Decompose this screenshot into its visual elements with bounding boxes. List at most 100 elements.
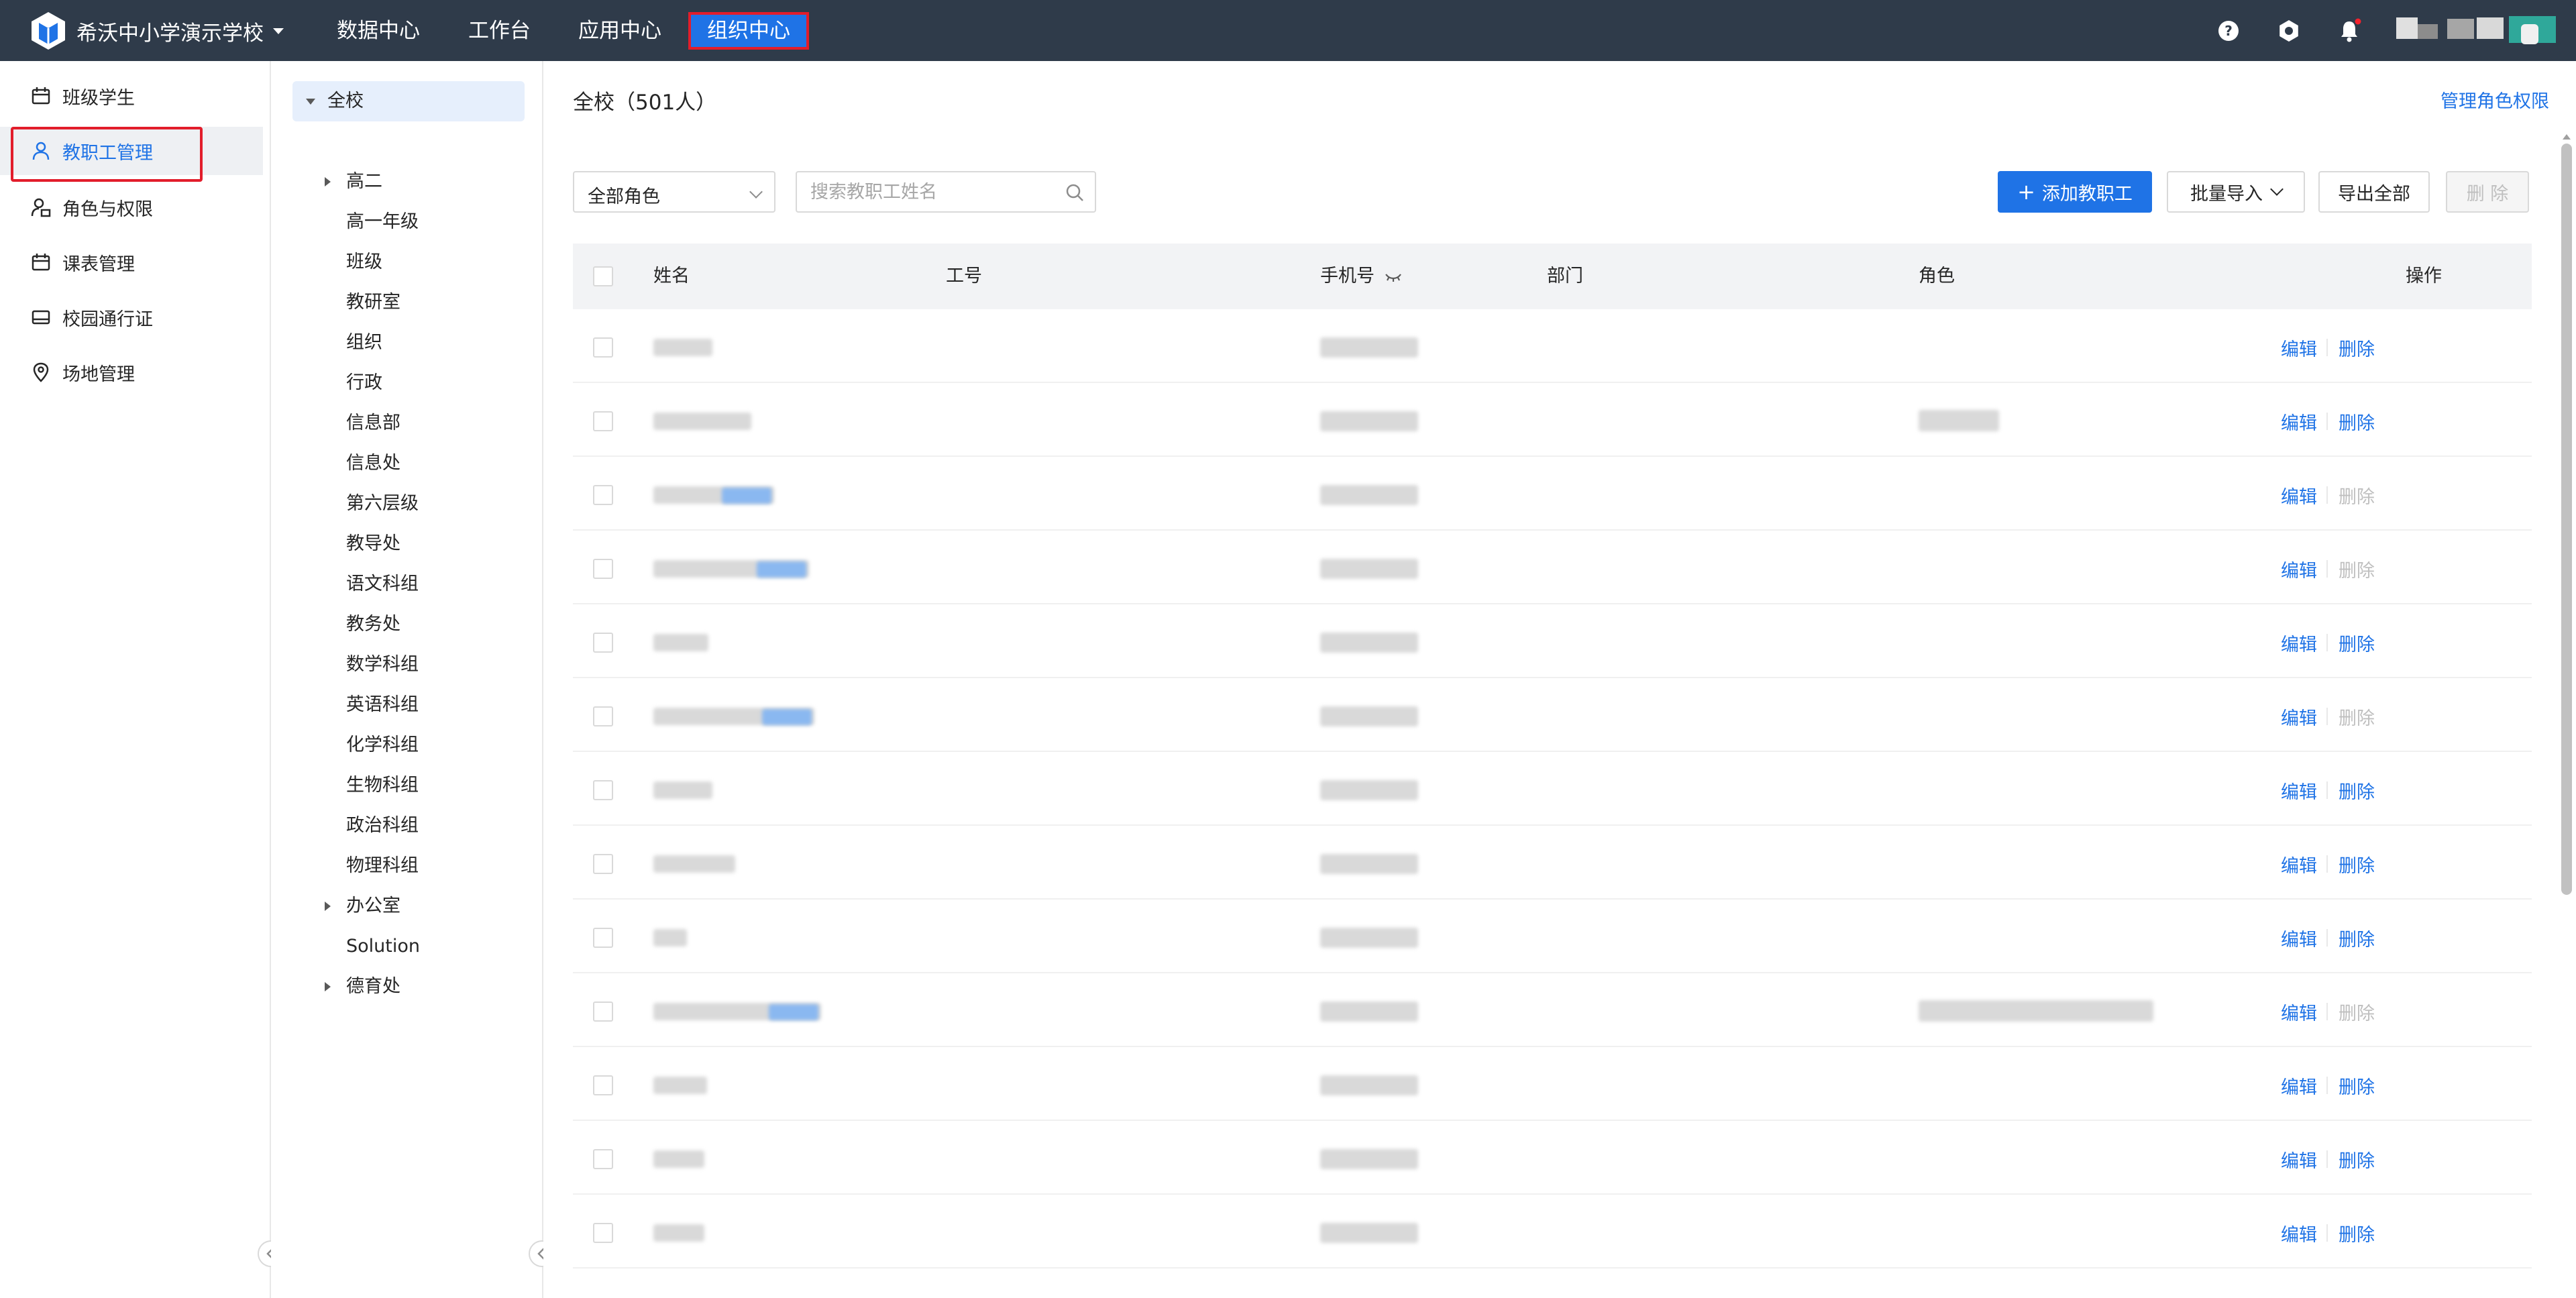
tree-node[interactable]: 生物科组	[271, 767, 539, 804]
delete-link[interactable]: 删除	[2339, 851, 2375, 877]
nav-data-center[interactable]: 数据中心	[337, 12, 420, 50]
tree-node-root[interactable]: 全校	[292, 81, 525, 121]
row-checkbox[interactable]	[593, 633, 613, 653]
delete-selected-button[interactable]: 删 除	[2446, 171, 2529, 213]
edit-link[interactable]: 编辑	[2281, 704, 2317, 730]
staff-search-input[interactable]	[797, 172, 1055, 211]
tree-node[interactable]: 化学科组	[271, 726, 539, 764]
tree-node[interactable]: 语文科组	[271, 565, 539, 603]
edit-link[interactable]: 编辑	[2281, 925, 2317, 951]
row-checkbox[interactable]	[593, 780, 613, 800]
edit-link[interactable]: 编辑	[2281, 1146, 2317, 1173]
delete-link[interactable]: 删除	[2339, 630, 2375, 656]
tree-node[interactable]: 教导处	[271, 525, 539, 563]
tree-node[interactable]: 信息部	[271, 404, 539, 442]
tree-node[interactable]: Solution	[271, 928, 539, 965]
tree-node[interactable]: 德育处	[271, 968, 539, 1006]
tree-node[interactable]: 高二	[271, 163, 539, 201]
action-divider	[2326, 855, 2328, 873]
settings-icon[interactable]	[2275, 17, 2302, 44]
edit-link[interactable]: 编辑	[2281, 1073, 2317, 1099]
row-checkbox[interactable]	[593, 928, 613, 948]
nav-org-center[interactable]: 组织中心	[688, 12, 809, 50]
role-filter-select[interactable]: 全部角色	[573, 171, 775, 213]
masked-name	[653, 339, 712, 356]
delete-link[interactable]: 删除	[2339, 409, 2375, 435]
delete-link[interactable]: 删除	[2339, 999, 2375, 1025]
school-switcher[interactable]: 希沃中小学演示学校	[30, 9, 284, 52]
user-avatar[interactable]	[2396, 15, 2561, 47]
row-checkbox[interactable]	[593, 337, 613, 358]
edit-link[interactable]: 编辑	[2281, 999, 2317, 1025]
delete-link[interactable]: 删除	[2339, 704, 2375, 730]
delete-link[interactable]: 删除	[2339, 335, 2375, 361]
tree-node[interactable]: 数学科组	[271, 646, 539, 684]
select-all-checkbox[interactable]	[593, 266, 613, 286]
staff-search-box[interactable]	[796, 171, 1096, 213]
row-checkbox[interactable]	[593, 411, 613, 431]
row-checkbox[interactable]	[593, 1075, 613, 1095]
add-staff-button[interactable]: + 添加教职工	[1998, 171, 2152, 213]
tree-node[interactable]: 高一年级	[271, 203, 539, 241]
edit-link[interactable]: 编辑	[2281, 851, 2317, 877]
edit-link[interactable]: 编辑	[2281, 630, 2317, 656]
sidebar-item-timetable[interactable]: 课表管理	[0, 238, 263, 286]
manage-role-permissions-link[interactable]: 管理角色权限	[2440, 87, 2549, 113]
department-tree: 全校 高二 高一年级 班级 教研室 组织 行政 信息部 信息处 第六层级 教导处 语文科组 教务处 数学…	[271, 61, 555, 1298]
tree-node[interactable]: 班级	[271, 244, 539, 281]
search-icon[interactable]	[1064, 182, 1085, 203]
column-header-role: 角色	[1919, 266, 1955, 286]
sidebar-item-roles-permissions[interactable]: 角色与权限	[0, 183, 263, 231]
row-checkbox[interactable]	[593, 1002, 613, 1022]
tree-node[interactable]: 政治科组	[271, 807, 539, 845]
row-checkbox[interactable]	[593, 854, 613, 874]
notification-bell-icon[interactable]	[2336, 17, 2363, 44]
row-checkbox[interactable]	[593, 1223, 613, 1243]
tree-node[interactable]: 物理科组	[271, 847, 539, 885]
delete-link[interactable]: 删除	[2339, 777, 2375, 804]
sidebar-item-venue-management[interactable]: 场地管理	[0, 348, 263, 396]
edit-link[interactable]: 编辑	[2281, 335, 2317, 361]
tree-node[interactable]: 行政	[271, 364, 539, 402]
caret-right-icon[interactable]	[325, 902, 331, 911]
delete-link[interactable]: 删除	[2339, 925, 2375, 951]
nav-app-center[interactable]: 应用中心	[578, 12, 661, 50]
eye-closed-icon[interactable]	[1385, 272, 1402, 282]
nav-workbench[interactable]: 工作台	[468, 12, 531, 50]
help-icon[interactable]: ?	[2215, 17, 2242, 44]
tree-node[interactable]: 第六层级	[271, 485, 539, 523]
export-all-button[interactable]: 导出全部	[2318, 171, 2430, 213]
delete-link[interactable]: 删除	[2339, 1073, 2375, 1099]
edit-link[interactable]: 编辑	[2281, 1220, 2317, 1246]
delete-link[interactable]: 删除	[2339, 1220, 2375, 1246]
edit-link[interactable]: 编辑	[2281, 409, 2317, 435]
table-row: 编辑 删除	[573, 826, 2532, 900]
tree-node[interactable]: 组织	[271, 324, 539, 362]
delete-link[interactable]: 删除	[2339, 1146, 2375, 1173]
row-checkbox[interactable]	[593, 706, 613, 726]
row-checkbox[interactable]	[593, 485, 613, 505]
sidebar-item-class-students[interactable]: 班级学生	[0, 72, 263, 120]
sidebar-item-campus-pass[interactable]: 校园通行证	[0, 293, 263, 341]
tree-node[interactable]: 教研室	[271, 284, 539, 321]
top-bar: 希沃中小学演示学校 数据中心 工作台 应用中心 组织中心 ?	[0, 0, 2576, 61]
scroll-up-arrow-icon[interactable]	[2563, 134, 2571, 140]
delete-link[interactable]: 删除	[2339, 482, 2375, 508]
edit-link[interactable]: 编辑	[2281, 556, 2317, 582]
caret-right-icon[interactable]	[325, 982, 331, 991]
edit-link[interactable]: 编辑	[2281, 482, 2317, 508]
vertical-scrollbar[interactable]	[2561, 144, 2572, 895]
row-checkbox[interactable]	[593, 1149, 613, 1169]
row-checkbox[interactable]	[593, 559, 613, 579]
tree-node[interactable]: 英语科组	[271, 686, 539, 724]
tree-node[interactable]: 教务处	[271, 606, 539, 643]
tree-node[interactable]: 办公室	[271, 887, 539, 925]
caret-right-icon[interactable]	[325, 177, 331, 186]
plus-icon: +	[2017, 179, 2035, 205]
batch-import-button[interactable]: 批量导入	[2167, 171, 2305, 213]
delete-link[interactable]: 删除	[2339, 556, 2375, 582]
caret-down-icon[interactable]	[306, 99, 315, 105]
edit-link[interactable]: 编辑	[2281, 777, 2317, 804]
masked-phone	[1320, 1075, 1418, 1095]
tree-node[interactable]: 信息处	[271, 445, 539, 482]
